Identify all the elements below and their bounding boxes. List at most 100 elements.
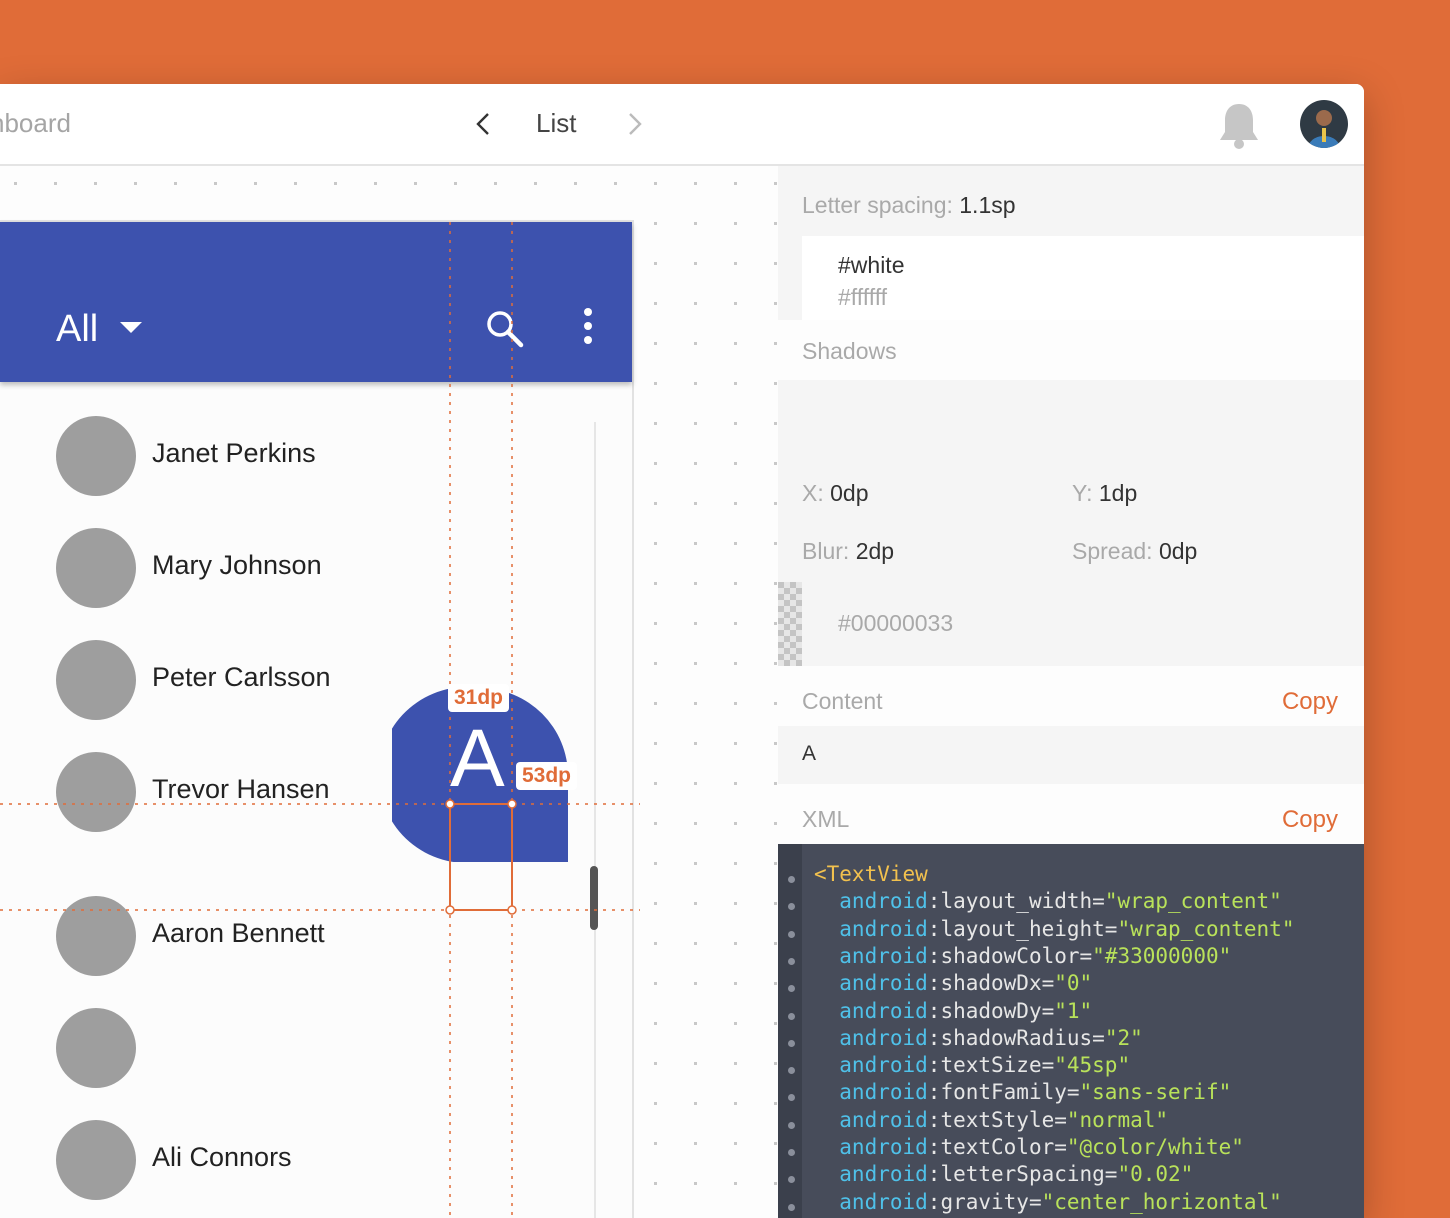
xml-code-block[interactable]: <TextView android:layout_width="wrap_con…: [778, 844, 1364, 1218]
shadow-blur-label: Blur:: [802, 538, 850, 564]
shadow-color-value[interactable]: #00000033: [838, 610, 953, 637]
height-measurement: 53dp: [516, 762, 578, 790]
shadow-blur-row: Blur: 2dp: [802, 538, 894, 565]
gutter-dot: [788, 930, 795, 938]
gutter-dot: [788, 1012, 795, 1020]
design-canvas: All Janet Perkins Mary Johnson Peter Car…: [0, 166, 778, 1218]
letter-spacing-label: Letter spacing:: [802, 192, 953, 218]
code-line: android:shadowDx="0": [814, 971, 1092, 998]
code-token: "0": [1054, 971, 1093, 996]
gutter-dot: [788, 1203, 795, 1211]
code-token: :letterSpacing=: [927, 1162, 1118, 1187]
shadow-x-value[interactable]: 0dp: [830, 480, 868, 506]
code-token: :textSize=: [927, 1053, 1055, 1078]
code-token: android: [814, 1107, 928, 1132]
user-avatar[interactable]: [1300, 100, 1348, 148]
code-token: :layout_height=: [927, 916, 1118, 941]
content-header: Content Copy: [778, 666, 1364, 726]
shadow-spread-value[interactable]: 0dp: [1159, 538, 1197, 564]
top-bar: hboard List: [0, 84, 1364, 166]
shadow-spread-label: Spread:: [1072, 538, 1153, 564]
code-token: :layout_width=: [927, 889, 1105, 914]
gutter-dot: [788, 1121, 795, 1129]
shadows-title: Shadows: [802, 338, 897, 364]
code-token: android: [814, 1025, 928, 1050]
letter-spacing-row: Letter spacing: 1.1sp: [802, 192, 1016, 219]
shadow-x-row: X: 0dp: [802, 480, 869, 507]
color-hex[interactable]: #ffffff: [838, 284, 887, 311]
code-token: :shadowDy=: [927, 998, 1055, 1023]
code-token: :textStyle=: [927, 1107, 1067, 1132]
code-token: "wrap_content": [1117, 916, 1295, 941]
chevron-right-icon[interactable]: [620, 110, 648, 138]
code-line: android:textColor="@color/white": [814, 1135, 1244, 1162]
code-token: android: [814, 1080, 928, 1105]
code-line: android:textStyle="normal": [814, 1108, 1168, 1135]
code-token: :shadowColor=: [927, 943, 1093, 968]
code-line: android:shadowRadius="2": [814, 1025, 1143, 1053]
code-token: "1": [1054, 998, 1093, 1023]
content-title: Content: [802, 688, 883, 714]
measurement-guides: [0, 222, 640, 1218]
bell-icon[interactable]: [1216, 100, 1262, 150]
code-line: android:gravity="center_horizontal": [814, 1190, 1282, 1217]
code-token: "#33000000": [1092, 943, 1232, 968]
shadow-x-label: X:: [802, 480, 824, 506]
letter-spacing-value[interactable]: 1.1sp: [959, 192, 1015, 218]
gutter-dot: [788, 957, 795, 965]
code-line: android:layout_height="wrap_content": [814, 917, 1294, 944]
breadcrumb[interactable]: hboard: [0, 108, 71, 139]
text-color-swatch[interactable]: #white #ffffff: [802, 236, 1364, 320]
shadows-header: Shadows: [778, 320, 1364, 380]
code-line: android:fontFamily="sans-serif": [814, 1080, 1231, 1107]
code-line: <TextView: [814, 862, 928, 889]
code-token: "@color/white": [1066, 1135, 1244, 1159]
copy-content-button[interactable]: Copy: [1282, 688, 1338, 716]
code-line: android:textSize="45sp": [814, 1053, 1130, 1080]
color-name: #white: [838, 252, 905, 278]
chevron-left-icon[interactable]: [470, 110, 498, 138]
width-measurement: 31dp: [448, 684, 510, 712]
code-token: android: [814, 1053, 928, 1078]
code-token: <TextView: [814, 862, 928, 886]
app-window: hboard List: [0, 84, 1364, 1218]
code-token: :gravity=: [927, 1189, 1042, 1214]
code-token: "normal": [1066, 1107, 1169, 1132]
code-token: android: [814, 889, 928, 914]
code-token: "0.02": [1117, 1162, 1194, 1187]
code-token: android: [814, 1135, 928, 1159]
gutter-dot: [788, 1149, 795, 1156]
transparency-checker-icon: [778, 582, 802, 666]
code-token: "wrap_content": [1104, 889, 1282, 914]
code-gutter: [778, 844, 802, 1218]
code-line: android:shadowDy="1": [814, 999, 1092, 1026]
shadow-y-value[interactable]: 1dp: [1099, 480, 1137, 506]
xml-header: XML Copy: [778, 784, 1364, 844]
code-token: "2": [1104, 1025, 1143, 1050]
code-token: :shadowDx=: [927, 971, 1055, 996]
code-token: android: [814, 998, 928, 1023]
code-token: "sans-serif": [1079, 1080, 1232, 1105]
gutter-dot: [788, 876, 795, 883]
code-line: android:letterSpacing="0.02": [814, 1162, 1193, 1189]
code-token: android: [814, 916, 928, 941]
gutter-dot: [788, 1039, 795, 1047]
content-value[interactable]: A: [802, 742, 816, 766]
code-line: android:shadowColor="#33000000": [814, 944, 1231, 971]
code-token: android: [814, 1189, 928, 1214]
shadow-y-row: Y: 1dp: [1072, 480, 1137, 507]
xml-title: XML: [802, 806, 850, 832]
shadow-blur-value[interactable]: 2dp: [856, 538, 894, 564]
code-token: android: [814, 1162, 928, 1187]
code-token: android: [814, 943, 928, 968]
code-token: :fontFamily=: [927, 1080, 1080, 1105]
code-token: android: [814, 971, 928, 996]
copy-xml-button[interactable]: Copy: [1282, 806, 1338, 834]
shadow-spread-row: Spread: 0dp: [1072, 538, 1197, 565]
shadow-y-label: Y:: [1072, 480, 1093, 506]
code-token: "45sp": [1054, 1053, 1131, 1078]
code-token: "center_horizontal": [1041, 1189, 1282, 1214]
code-token: :textColor=: [927, 1135, 1067, 1159]
code-token: :shadowRadius=: [927, 1025, 1105, 1050]
code-line: android:layout_width="wrap_content": [814, 889, 1282, 916]
